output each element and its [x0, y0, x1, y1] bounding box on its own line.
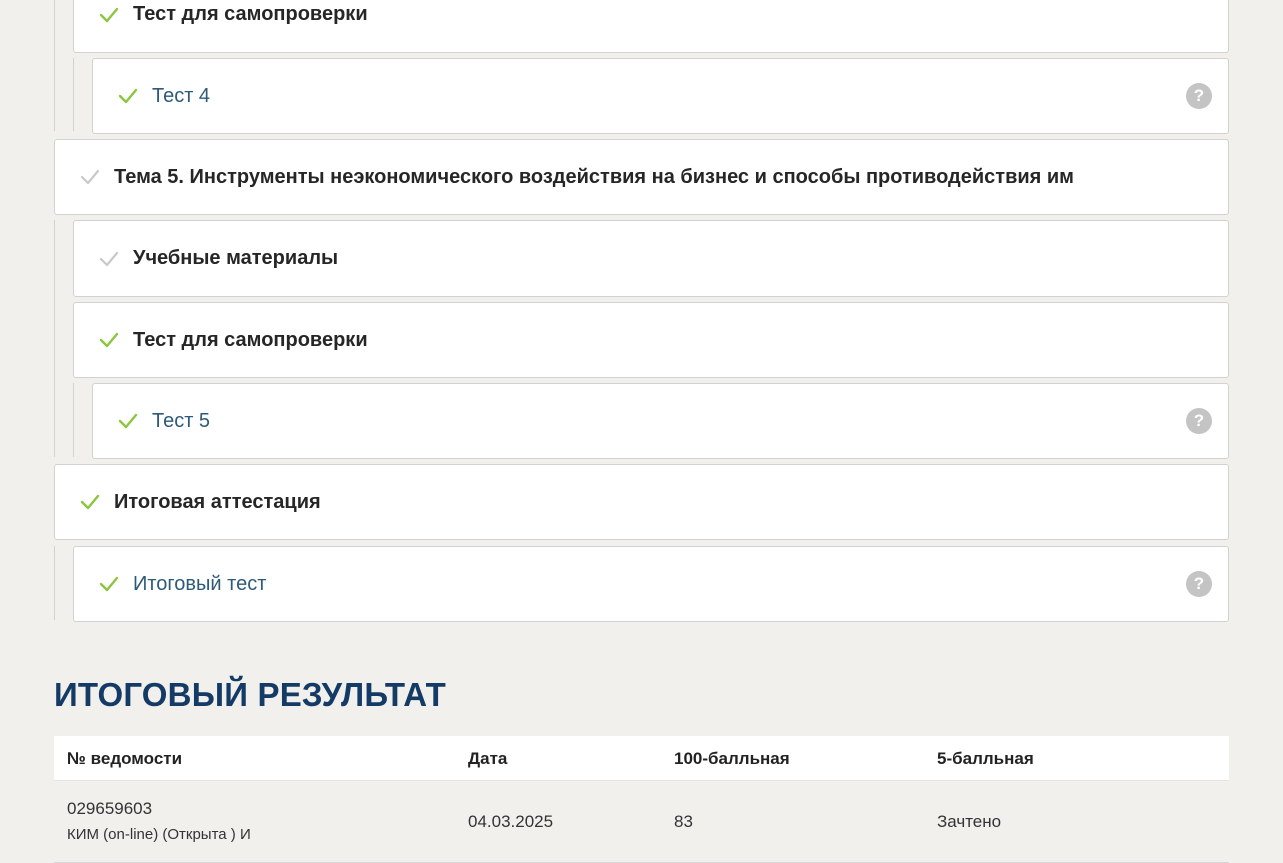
help-icon[interactable]: ? — [1186, 571, 1212, 597]
tree-line — [54, 0, 55, 131]
item-title: Тест для самопроверки — [133, 328, 368, 351]
check-icon — [118, 411, 138, 431]
results-heading: ИТОГОВЫЙ РЕЗУЛЬТАТ — [54, 676, 446, 713]
course-item-self-test[interactable]: Тест для самопроверки — [73, 302, 1229, 378]
tree-line — [73, 383, 74, 457]
item-link[interactable]: Тест 5 — [152, 410, 210, 433]
item-title: Тема 5. Инструменты неэкономического воз… — [114, 165, 1074, 188]
score-5: Зачтено — [937, 812, 1002, 831]
course-item-final-test[interactable]: Итоговый тест ? — [73, 546, 1229, 622]
help-icon[interactable]: ? — [1186, 408, 1212, 434]
score-100: 83 — [674, 812, 693, 831]
tree-line — [54, 220, 55, 457]
item-link[interactable]: Тест 4 — [152, 85, 210, 108]
course-item-materials[interactable]: Учебные материалы — [73, 220, 1229, 297]
results-table-header: № ведомости Дата 100-балльная 5-балльная — [54, 736, 1229, 781]
course-item-self-test[interactable]: Тест для самопроверки — [73, 0, 1229, 53]
column-header-date: Дата — [468, 749, 508, 768]
check-icon — [99, 5, 119, 25]
item-title: Тест для самопроверки — [133, 3, 368, 25]
course-item-test-5[interactable]: Тест 5 ? — [92, 383, 1229, 459]
item-link[interactable]: Итоговый тест — [133, 573, 266, 596]
tree-line — [54, 546, 55, 620]
column-header-score100: 100-балльная — [674, 749, 790, 768]
check-icon — [80, 167, 100, 187]
result-date: 04.03.2025 — [468, 812, 554, 831]
item-title: Итоговая аттестация — [114, 490, 321, 513]
table-row: 029659603 КИМ (on-line) (Открыта ) И 04.… — [54, 781, 1229, 863]
help-icon[interactable]: ? — [1186, 83, 1212, 109]
check-icon — [80, 492, 100, 512]
check-icon — [118, 86, 138, 106]
sheet-type: КИМ (on-line) (Открыта ) И — [67, 826, 251, 843]
check-icon — [99, 330, 119, 350]
sheet-number: 029659603 — [67, 799, 153, 818]
course-item-test-4[interactable]: Тест 4 ? — [92, 58, 1229, 134]
tree-line — [73, 58, 74, 131]
column-header-score5: 5-балльная — [937, 749, 1034, 768]
check-icon — [99, 574, 119, 594]
check-icon — [99, 249, 119, 269]
course-item-topic-5[interactable]: Тема 5. Инструменты неэкономического воз… — [54, 139, 1229, 215]
column-header-number: № ведомости — [67, 749, 183, 768]
item-title: Учебные материалы — [133, 247, 339, 269]
course-item-final-attestation[interactable]: Итоговая аттестация — [54, 464, 1229, 540]
